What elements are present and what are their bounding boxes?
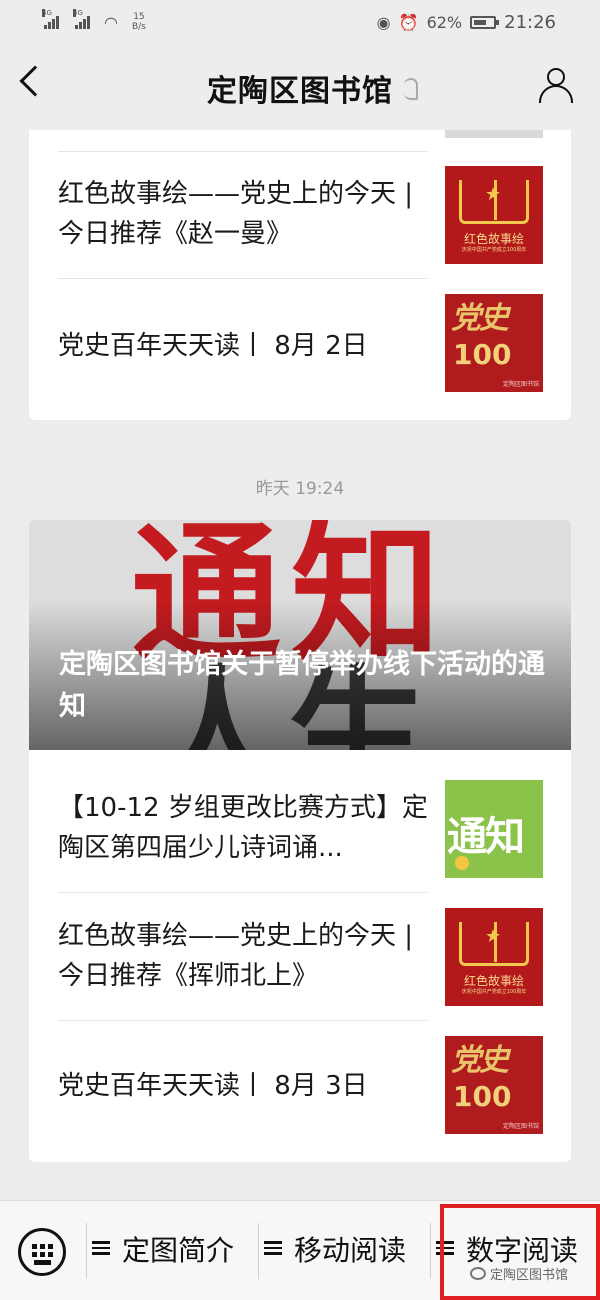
highlight-box — [440, 1204, 600, 1300]
divider — [86, 1223, 87, 1279]
timestamp: 昨天 19:24 — [255, 479, 345, 499]
ear-icon — [404, 78, 418, 100]
alarm-icon: ⏰ — [398, 12, 419, 32]
thumb-calligraphy: 党史 — [451, 301, 509, 336]
profile-icon[interactable] — [538, 68, 574, 108]
status-bar: 4G 4G ◠ 15 B/s ◉ ⏰ 62% 21:26 — [0, 0, 600, 44]
red-story-thumbnail[interactable]: ★ 红色故事绘 庆祝中国共产党成立100周年 — [445, 166, 543, 264]
divider — [430, 1223, 431, 1279]
wechat-icon — [470, 1267, 486, 1280]
red-story-thumbnail[interactable]: ★ 红色故事绘 庆祝中国共产党成立100周年 — [445, 908, 543, 1006]
divider — [258, 1223, 259, 1279]
thumb-number: 100 — [453, 338, 512, 371]
keyboard-icon[interactable] — [18, 1228, 66, 1276]
thumb-text: 通知 — [447, 814, 525, 860]
list-item-title[interactable]: 红色故事绘——党史上的今天 | 今日推荐《赵一曼》 — [58, 174, 428, 254]
hero-image[interactable]: 通知 人生 定陶区图书馆关于暂停举办线下活动的通知 — [29, 520, 571, 750]
clock: 21:26 — [504, 11, 556, 33]
menu-icon — [92, 1241, 110, 1255]
battery-icon — [470, 15, 500, 29]
divider — [58, 892, 427, 893]
list-item-title[interactable]: 红色故事绘——党史上的今天 | 今日推荐《挥师北上》 — [58, 916, 428, 996]
status-right: ◉ ⏰ 62% 21:26 — [377, 12, 556, 33]
hero-title[interactable]: 定陶区图书馆关于暂停举办线下活动的通知 — [59, 644, 551, 728]
article-card: 红色故事绘——党史上的今天 | 今日推荐《赵一曼》 ★ 红色故事绘 庆祝中国共产… — [29, 130, 571, 420]
nav-bar: 定陶区图书馆 — [0, 44, 600, 130]
star-icon: ★ — [485, 184, 502, 205]
battery-percent: 62% — [426, 12, 463, 32]
party-history-thumbnail[interactable]: 党史 100 定陶区图书馆 — [445, 294, 543, 392]
menu-label: 移动阅读 — [294, 1234, 407, 1267]
watermark: 定陶区图书馆 — [470, 1264, 568, 1283]
notice-thumbnail[interactable]: 通知 — [445, 780, 543, 878]
star-icon: ★ — [485, 926, 502, 947]
page-title: 定陶区图书馆 — [207, 74, 393, 109]
signal-icon: 4G — [42, 9, 59, 29]
divider — [58, 151, 427, 152]
thumb-tag: 定陶区图书馆 — [502, 381, 539, 388]
divider — [58, 278, 427, 279]
list-item-title[interactable]: 【10-12 岁组更改比赛方式】定陶区第四届少儿诗词诵... — [58, 788, 428, 868]
dot-icon — [455, 856, 469, 870]
watermark-text: 定陶区图书馆 — [490, 1268, 569, 1283]
thumb-calligraphy: 党史 — [451, 1043, 509, 1078]
thumbnail — [445, 130, 543, 138]
menu-item-intro[interactable]: 定图简介 — [92, 1229, 234, 1269]
menu-item-mobile-reading[interactable]: 移动阅读 — [264, 1229, 406, 1269]
status-left: 4G 4G ◠ 15 B/s — [42, 9, 146, 32]
eye-icon: ◉ — [376, 12, 391, 32]
menu-label: 定图简介 — [122, 1234, 235, 1267]
thumb-caption: 红色故事绘 — [463, 974, 524, 988]
wifi-icon: ◠ — [104, 12, 118, 32]
thumb-subcaption: 庆祝中国共产党成立100周年 — [461, 247, 527, 253]
net-speed: 15 B/s — [131, 12, 146, 32]
thumb-subcaption: 庆祝中国共产党成立100周年 — [461, 989, 527, 995]
list-item-title[interactable]: 党史百年天天读丨 8月 3日 — [58, 1066, 428, 1106]
party-history-thumbnail[interactable]: 党史 100 定陶区图书馆 — [445, 1036, 543, 1134]
thumb-tag: 定陶区图书馆 — [502, 1123, 539, 1130]
divider — [58, 1020, 427, 1021]
signal-icon-2: 4G — [73, 9, 90, 29]
list-item-title[interactable]: 党史百年天天读丨 8月 2日 — [58, 326, 428, 366]
article-card: 通知 人生 定陶区图书馆关于暂停举办线下活动的通知 【10-12 岁组更改比赛方… — [29, 520, 571, 1162]
menu-icon — [264, 1241, 282, 1255]
thumb-number: 100 — [453, 1080, 512, 1113]
thumb-caption: 红色故事绘 — [463, 232, 524, 246]
